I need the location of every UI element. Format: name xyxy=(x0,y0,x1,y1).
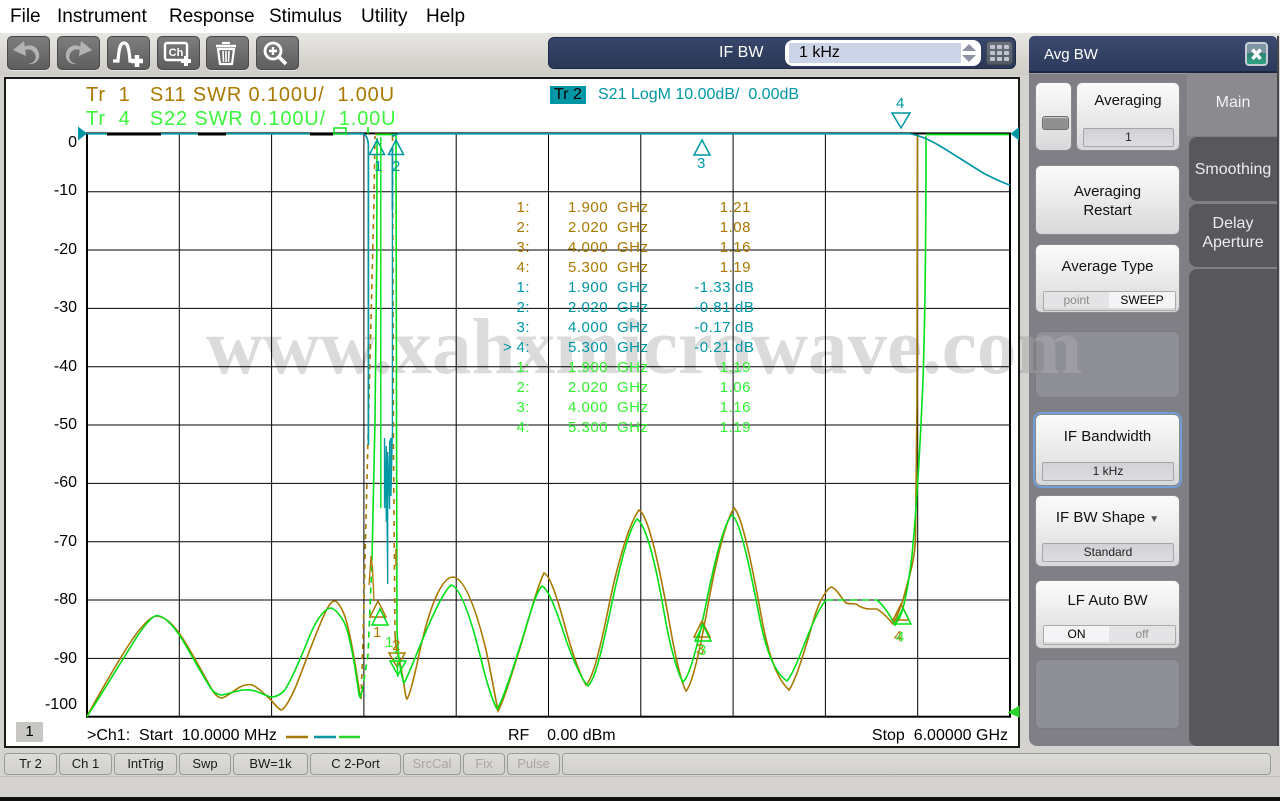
svg-text:Ch: Ch xyxy=(169,47,184,59)
